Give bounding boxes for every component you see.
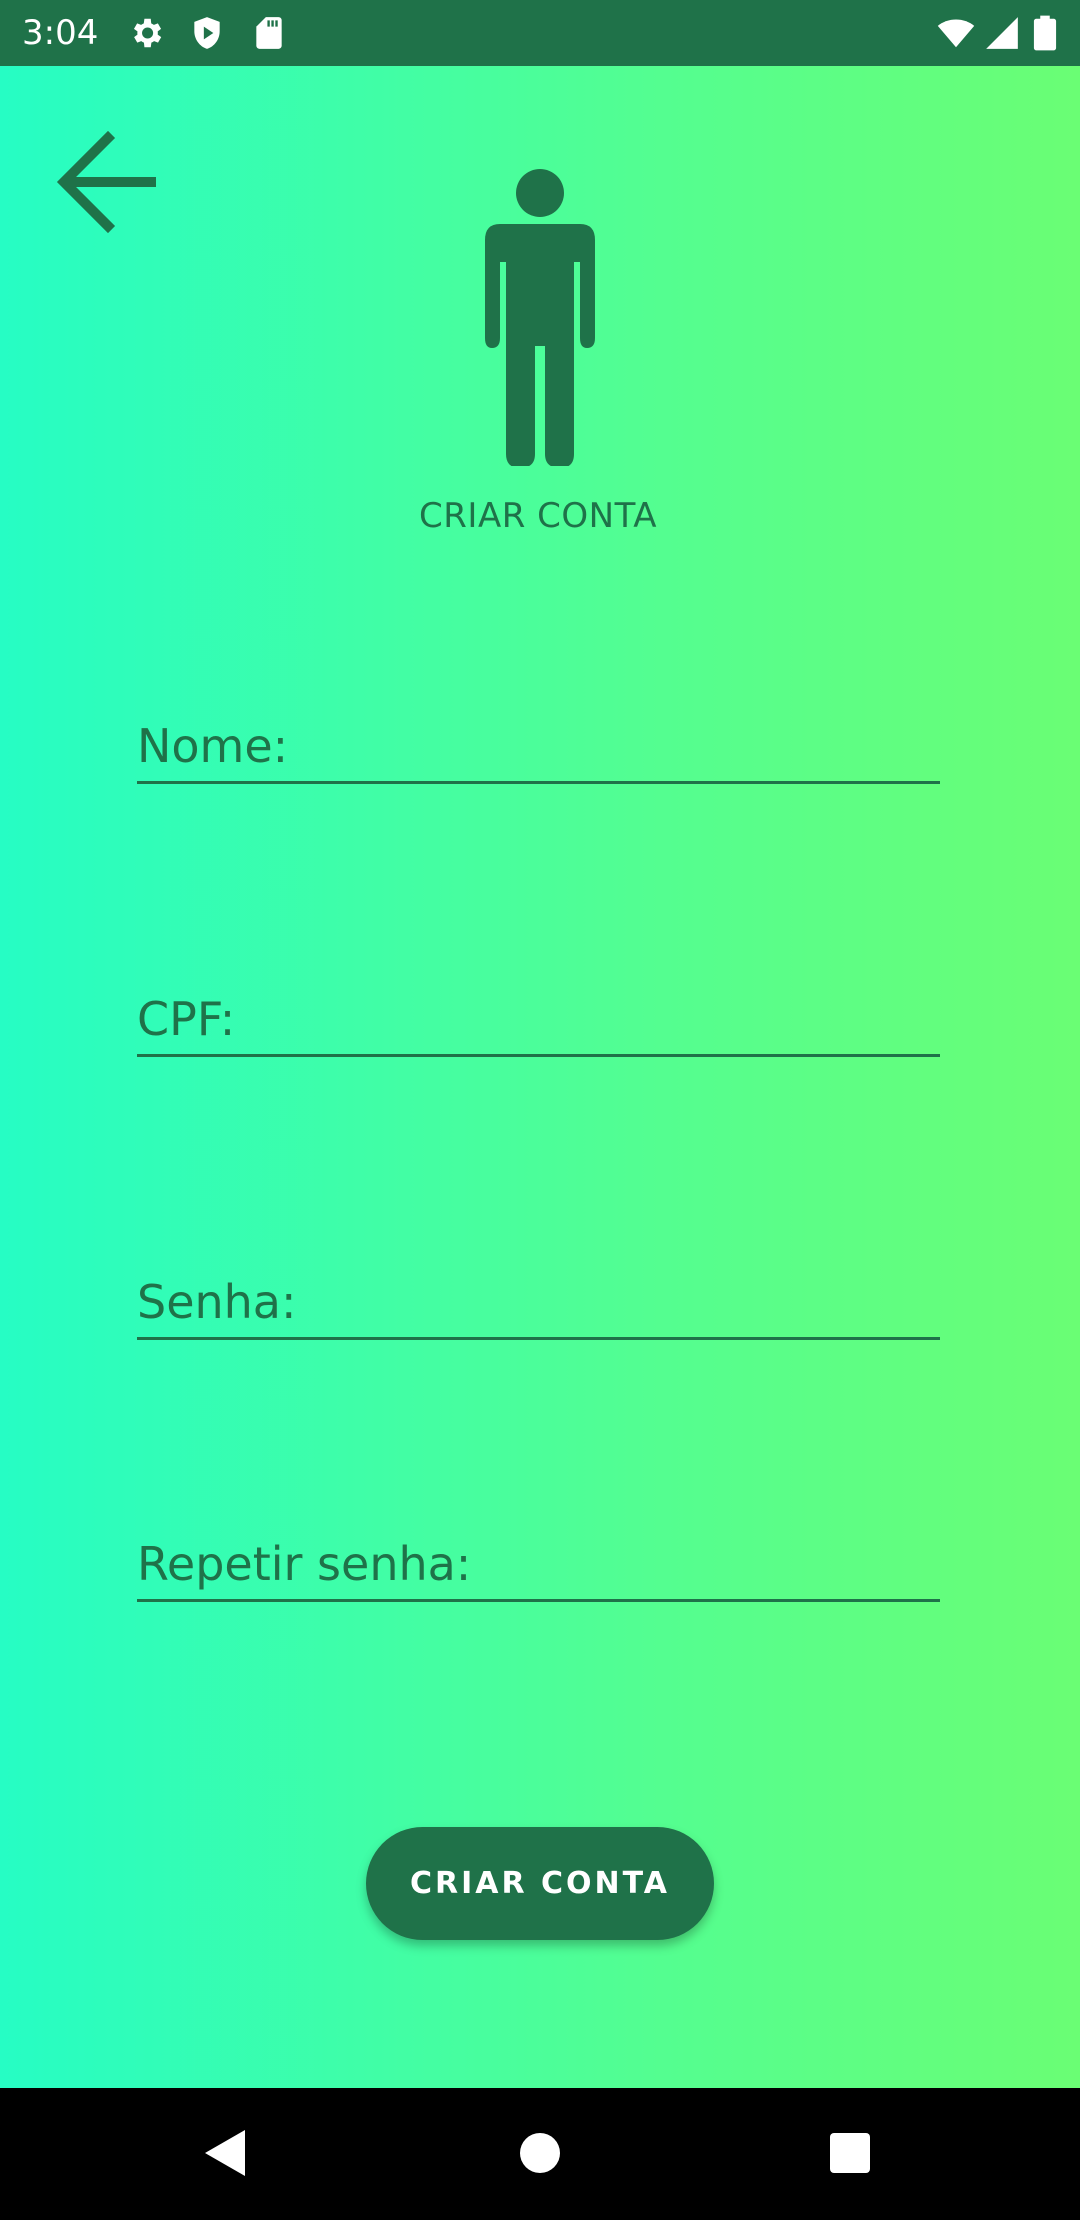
criar-conta-button[interactable]: CRIAR CONTA (366, 1827, 714, 1940)
repetir-senha-input[interactable]: Repetir senha: (137, 1521, 940, 1602)
nome-input[interactable]: Nome: (137, 703, 940, 784)
status-time: 3:04 (22, 13, 99, 53)
page-title: CRIAR CONTA (419, 496, 657, 536)
wifi-icon (937, 19, 975, 48)
sd-card-icon (256, 17, 282, 49)
status-bar: 3:04 (0, 0, 1080, 66)
repetir-senha-placeholder: Repetir senha: (137, 1537, 472, 1591)
nome-placeholder: Nome: (137, 719, 289, 773)
gear-icon (133, 18, 162, 48)
navigation-bar (0, 2088, 1080, 2220)
app-content: CRIAR CONTA Nome: CPF: Senha: Repetir se… (0, 66, 1080, 2088)
home-circle-icon[interactable] (505, 2118, 575, 2188)
person-icon (485, 169, 595, 466)
battery-icon (1033, 15, 1057, 51)
back-button[interactable] (50, 126, 170, 246)
recents-square-icon[interactable] (815, 2118, 885, 2188)
arrow-left-icon (56, 130, 156, 234)
signal-icon (986, 17, 1018, 49)
senha-input[interactable]: Senha: (137, 1259, 940, 1340)
cpf-input[interactable]: CPF: (137, 976, 940, 1057)
back-triangle-icon[interactable] (193, 2118, 263, 2188)
senha-placeholder: Senha: (137, 1275, 297, 1329)
cpf-placeholder: CPF: (137, 992, 236, 1046)
shield-play-icon (194, 17, 220, 49)
